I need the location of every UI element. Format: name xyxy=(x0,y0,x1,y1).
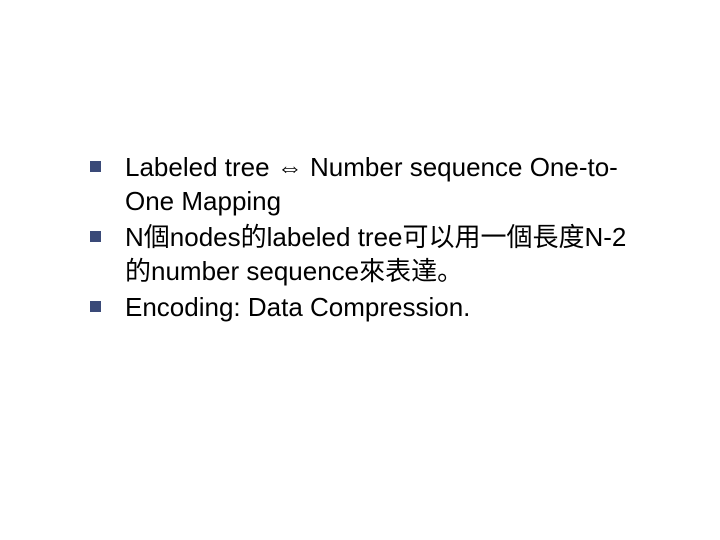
list-item-text: Encoding: Data Compression. xyxy=(125,290,650,324)
list-item-text: N個nodes的labeled tree可以用一個長度N-2的number se… xyxy=(125,220,650,288)
slide: Labeled tree ⇔ Number sequence One-to-On… xyxy=(0,0,720,540)
list-item: Encoding: Data Compression. xyxy=(90,290,650,324)
list-item: N個nodes的labeled tree可以用一個長度N-2的number se… xyxy=(90,220,650,288)
list-item-text: Labeled tree ⇔ Number sequence One-to-On… xyxy=(125,150,650,218)
square-bullet-icon xyxy=(90,231,101,242)
list-item: Labeled tree ⇔ Number sequence One-to-On… xyxy=(90,150,650,218)
square-bullet-icon xyxy=(90,301,101,312)
square-bullet-icon xyxy=(90,161,101,172)
bullet-list: Labeled tree ⇔ Number sequence One-to-On… xyxy=(90,150,650,326)
